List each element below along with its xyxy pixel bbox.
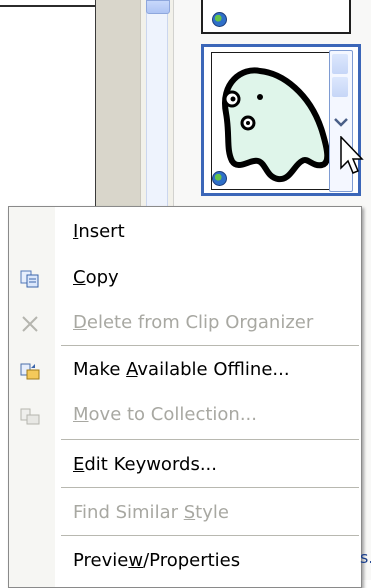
menu-item-label: Move to Collection... — [73, 404, 257, 425]
offline-icon — [19, 360, 41, 382]
menu-separator — [61, 487, 359, 488]
menu-item-label: Copy — [73, 267, 119, 288]
left-pane-background — [96, 0, 140, 210]
dropdown-segment — [332, 54, 348, 74]
web-clip-globe-icon — [212, 171, 227, 186]
partial-link-text[interactable]: s. — [360, 548, 371, 567]
chevron-down-icon — [333, 113, 349, 127]
menu-item-find-similar-style[interactable]: Find Similar Style — [9, 498, 361, 528]
menu-item-label: Find Similar Style — [73, 502, 229, 523]
delete-x-icon — [19, 313, 41, 335]
vertical-scrollbar[interactable] — [146, 0, 168, 210]
menu-item-label: Insert — [73, 221, 125, 242]
menu-item-label: Make Available Offline... — [73, 359, 290, 380]
context-menu: Insert Copy Delete from Clip Organizer M… — [8, 206, 362, 588]
menu-item-move-to-collection[interactable]: Move to Collection... — [9, 400, 361, 430]
menu-item-delete[interactable]: Delete from Clip Organizer — [9, 308, 361, 338]
move-icon — [19, 405, 41, 427]
ghost-clipart-image — [211, 52, 331, 190]
copy-icon — [19, 268, 41, 290]
scrollbar-thumb[interactable] — [146, 0, 170, 14]
menu-separator — [61, 439, 359, 440]
mouse-pointer-icon — [340, 135, 364, 180]
menu-item-label: Delete from Clip Organizer — [73, 312, 314, 333]
dropdown-segment — [332, 77, 348, 97]
web-clip-globe-icon — [212, 12, 227, 27]
menu-item-edit-keywords[interactable]: Edit Keywords... — [9, 450, 361, 480]
menu-item-insert[interactable]: Insert — [9, 217, 361, 247]
menu-item-preview-properties[interactable]: Preview/Properties — [9, 546, 361, 576]
menu-item-label: Preview/Properties — [73, 550, 241, 571]
menu-item-copy[interactable]: Copy — [9, 263, 361, 293]
menu-separator — [61, 345, 359, 346]
menu-separator — [61, 535, 359, 536]
menu-item-label: Edit Keywords... — [73, 454, 218, 475]
menu-item-make-available-offline[interactable]: Make Available Offline... — [9, 355, 361, 385]
